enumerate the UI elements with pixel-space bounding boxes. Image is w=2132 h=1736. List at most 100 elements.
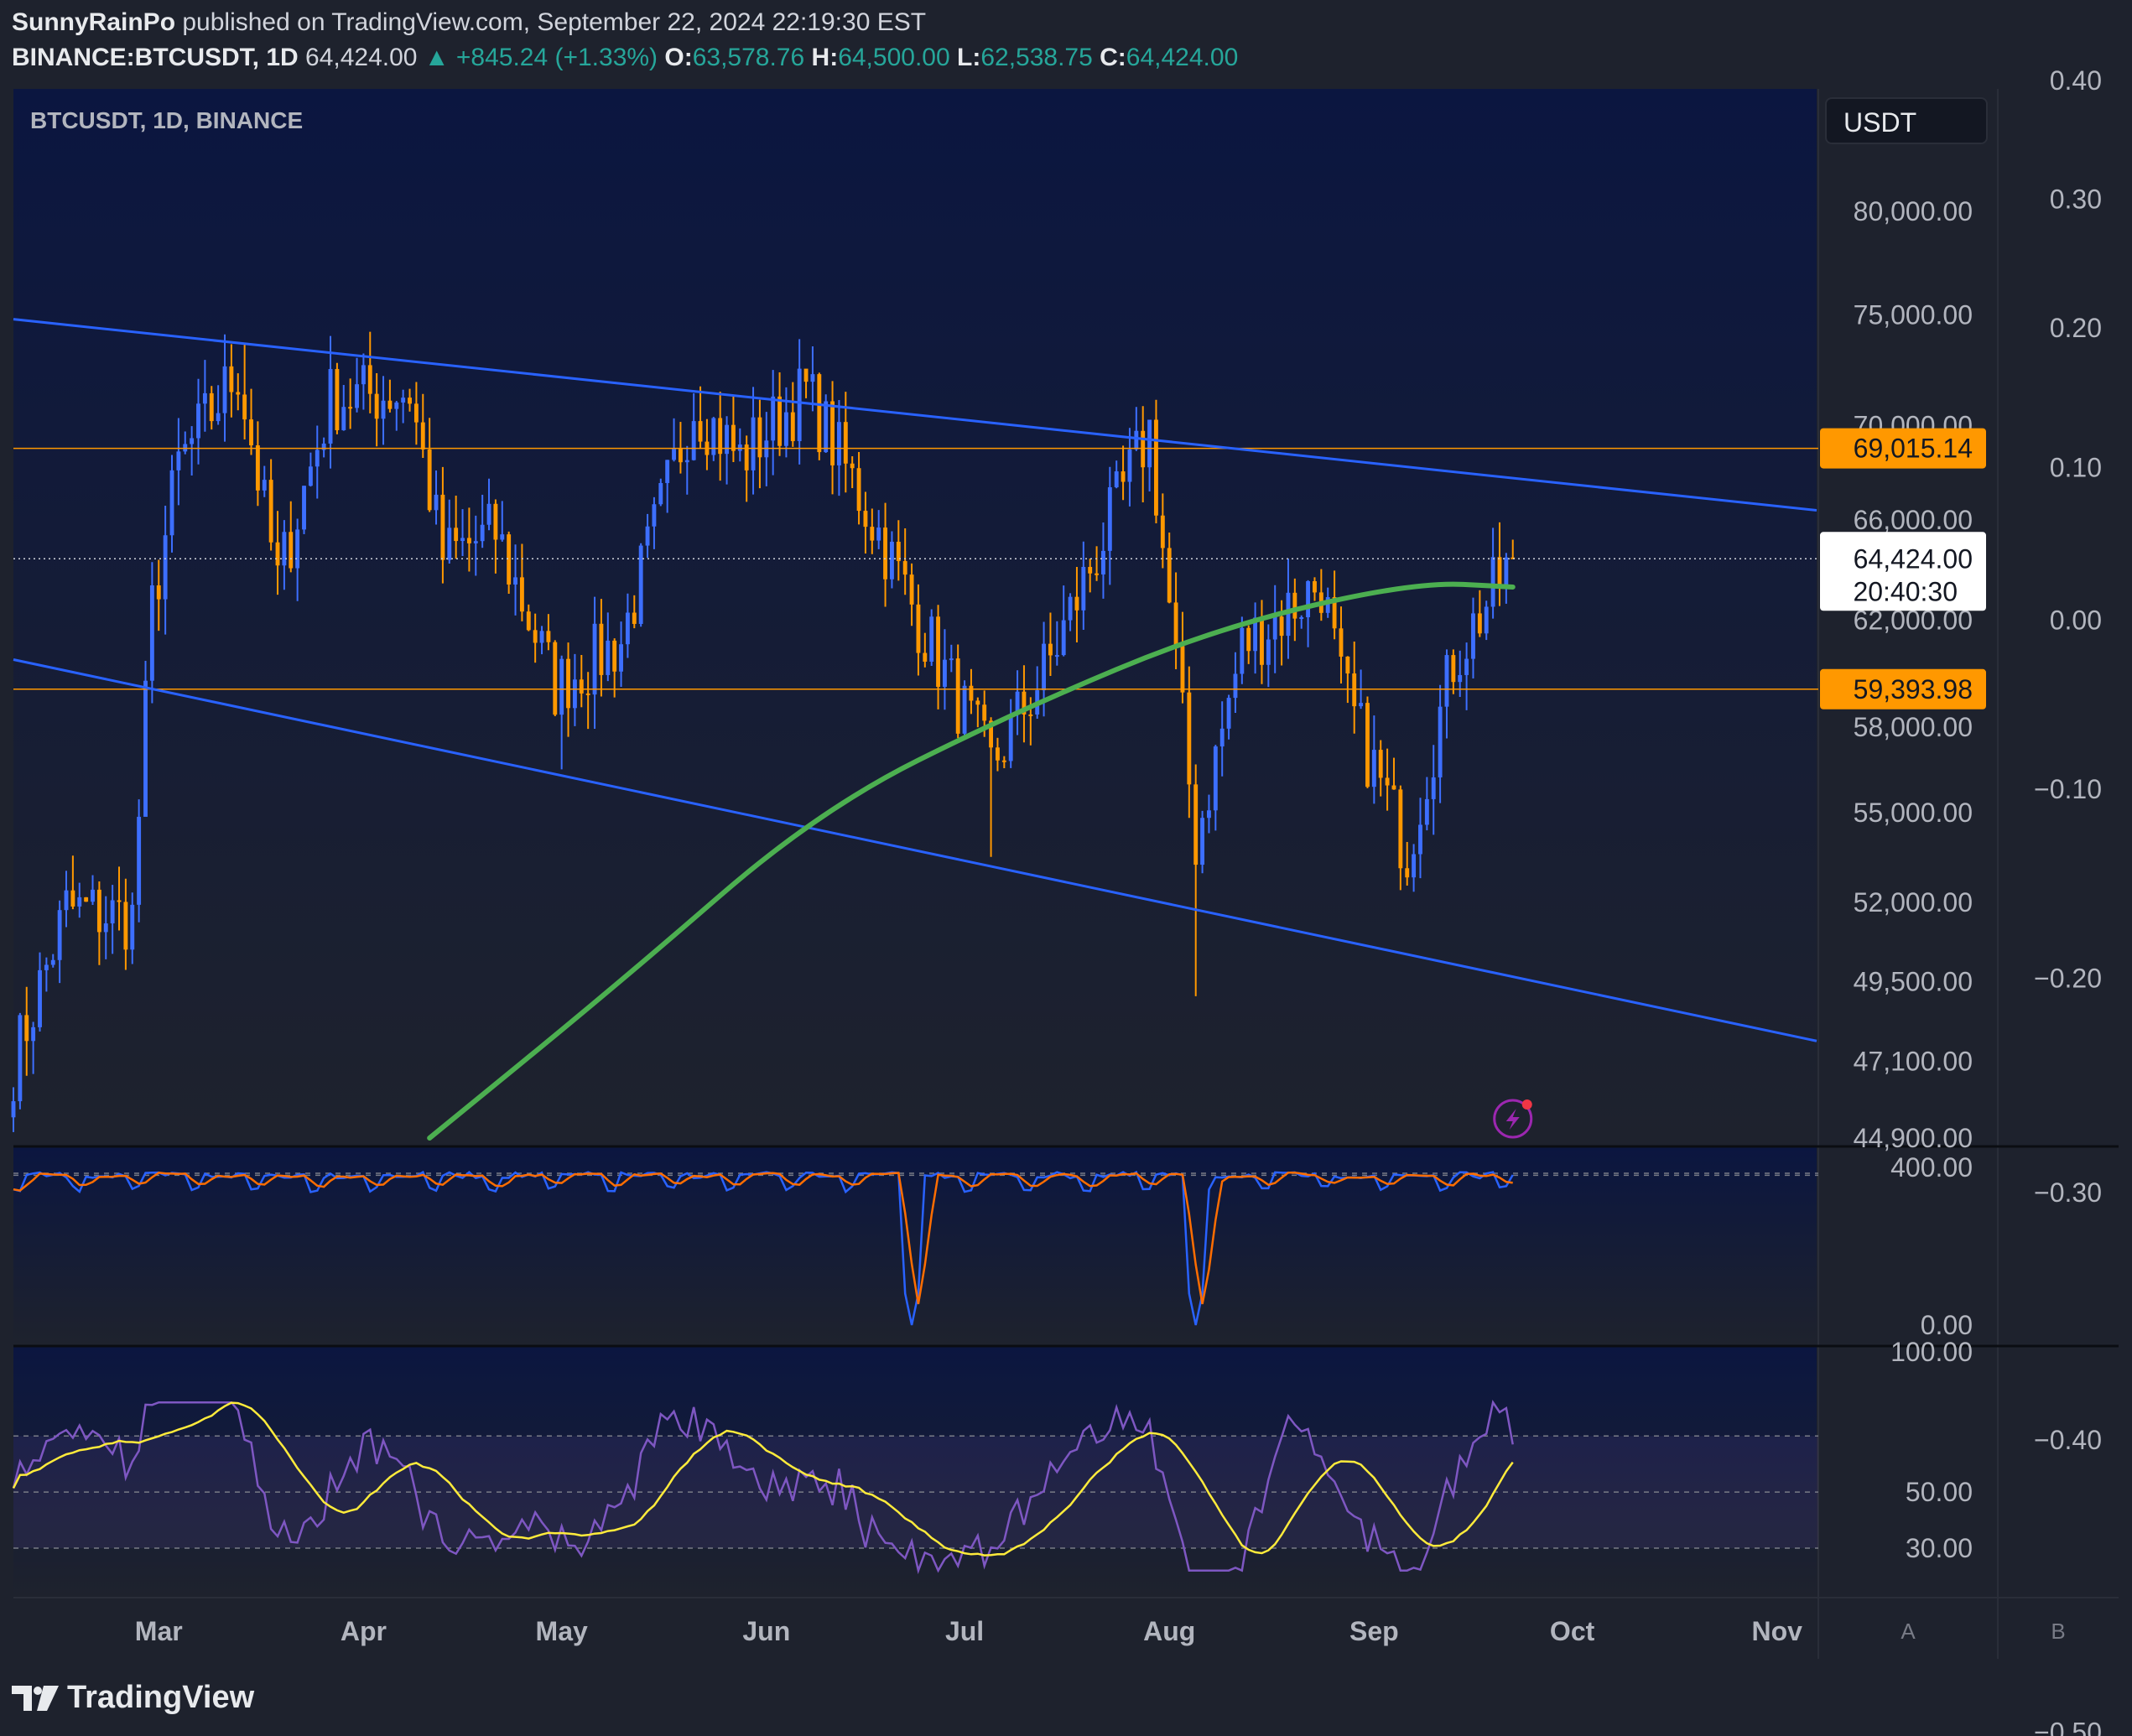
candle-body xyxy=(1180,646,1185,693)
candle-body xyxy=(57,910,62,960)
candle-body xyxy=(229,366,234,392)
candle-body xyxy=(1431,777,1436,799)
candle-body xyxy=(1240,627,1245,674)
candle-body xyxy=(1147,419,1152,468)
candle-body xyxy=(803,368,809,382)
candle-body xyxy=(454,528,459,542)
candle-body xyxy=(1141,430,1146,468)
candle-body xyxy=(1306,581,1311,618)
candle-body xyxy=(473,541,478,543)
candle-body xyxy=(836,422,841,465)
percent-axis-tick: 0.40 xyxy=(2050,65,2102,96)
candle-body xyxy=(190,438,195,444)
candle-body xyxy=(585,693,590,695)
candle-body xyxy=(810,374,815,382)
percent-axis-tick: −0.40 xyxy=(2034,1425,2102,1455)
candle xyxy=(711,417,716,461)
candle-body xyxy=(367,365,372,394)
candle xyxy=(817,372,822,460)
candle-body xyxy=(1504,557,1509,587)
chart-canvas[interactable]: 80,000.0075,000.0070,000.0066,000.0062,0… xyxy=(0,0,2132,1736)
candle-body xyxy=(1292,592,1297,619)
candle-body xyxy=(255,445,260,491)
candle-body xyxy=(1042,643,1047,691)
tradingview-logo[interactable]: TradingView xyxy=(12,1680,254,1716)
time-axis-tick: Jul xyxy=(945,1616,984,1646)
candle xyxy=(553,640,558,717)
candle-body xyxy=(308,466,313,486)
candle-body xyxy=(176,451,181,470)
candle-body xyxy=(1464,658,1469,675)
candle-body xyxy=(427,449,432,511)
candle-body xyxy=(507,534,512,585)
currency-button[interactable]: USDT xyxy=(1825,97,1988,144)
candle xyxy=(1365,696,1370,788)
candle-body xyxy=(196,403,200,439)
percent-axis-tick: 0.10 xyxy=(2050,452,2102,482)
candle-body xyxy=(202,392,207,404)
candle-body xyxy=(923,652,928,662)
candle-body xyxy=(625,612,630,645)
candle-body xyxy=(216,413,221,422)
candle-body xyxy=(163,535,168,600)
candle-body xyxy=(645,526,650,546)
candle-body xyxy=(1233,673,1238,699)
candle-body xyxy=(302,486,306,530)
candle-body xyxy=(1127,449,1132,482)
candle-body xyxy=(236,392,241,395)
candle-body xyxy=(1365,703,1370,787)
candle-body xyxy=(137,816,142,905)
candle-body xyxy=(1260,617,1264,665)
candle-body xyxy=(783,412,788,446)
candle-body xyxy=(242,394,247,420)
candle-body xyxy=(209,392,214,422)
candle-body xyxy=(282,532,287,566)
time-axis[interactable] xyxy=(13,1598,1817,1659)
main-pane[interactable] xyxy=(13,89,1817,1146)
candle-body xyxy=(1200,818,1205,865)
candle-body xyxy=(949,658,954,661)
candle-body xyxy=(374,393,379,419)
percent-axis-tick: −0.30 xyxy=(2034,1177,2102,1208)
candle-body xyxy=(77,897,82,907)
candle-body xyxy=(466,538,471,543)
candle xyxy=(84,897,89,902)
level-badge-label: 59,393.98 xyxy=(1854,674,1973,704)
candle-body xyxy=(1074,596,1079,611)
time-axis-tick: May xyxy=(536,1616,588,1646)
candle-body xyxy=(130,904,135,950)
percent-axis-tick: −0.20 xyxy=(2034,964,2102,994)
candle-body xyxy=(413,403,419,423)
candle-body xyxy=(612,640,617,672)
candle-body xyxy=(335,369,340,430)
candle-body xyxy=(1345,656,1350,674)
candle-body xyxy=(361,365,366,385)
candle-body xyxy=(50,959,55,965)
candle-body xyxy=(533,630,538,643)
candle-body xyxy=(149,585,154,681)
candle-body xyxy=(348,407,353,409)
scale-button-b[interactable]: B xyxy=(2051,1619,2065,1644)
price-axis-tick: 75,000.00 xyxy=(1854,299,1973,330)
candle-body xyxy=(559,658,564,715)
candle-body xyxy=(460,538,465,542)
candle-body xyxy=(790,412,795,442)
candle-body xyxy=(771,396,776,441)
candle-body xyxy=(982,704,987,721)
candle-body xyxy=(1048,643,1053,656)
candle-body xyxy=(658,482,663,505)
candle-body xyxy=(843,422,848,464)
candle-body xyxy=(606,640,611,675)
candle-body xyxy=(268,480,273,543)
candle-body xyxy=(447,528,452,560)
price-axis-tick: 49,500.00 xyxy=(1854,966,1973,996)
candle-body xyxy=(91,889,95,902)
candle xyxy=(638,543,643,627)
candle-body xyxy=(38,969,42,1027)
auto-scale-button[interactable]: A xyxy=(1901,1619,1916,1644)
chart-title: BTCUSDT, 1D, BINANCE xyxy=(30,107,304,133)
candle-body xyxy=(434,494,439,511)
last-price-badge-price: 64,424.00 xyxy=(1854,543,1973,574)
candle-body xyxy=(1279,616,1284,637)
price-axis-tick: 58,000.00 xyxy=(1854,712,1973,742)
